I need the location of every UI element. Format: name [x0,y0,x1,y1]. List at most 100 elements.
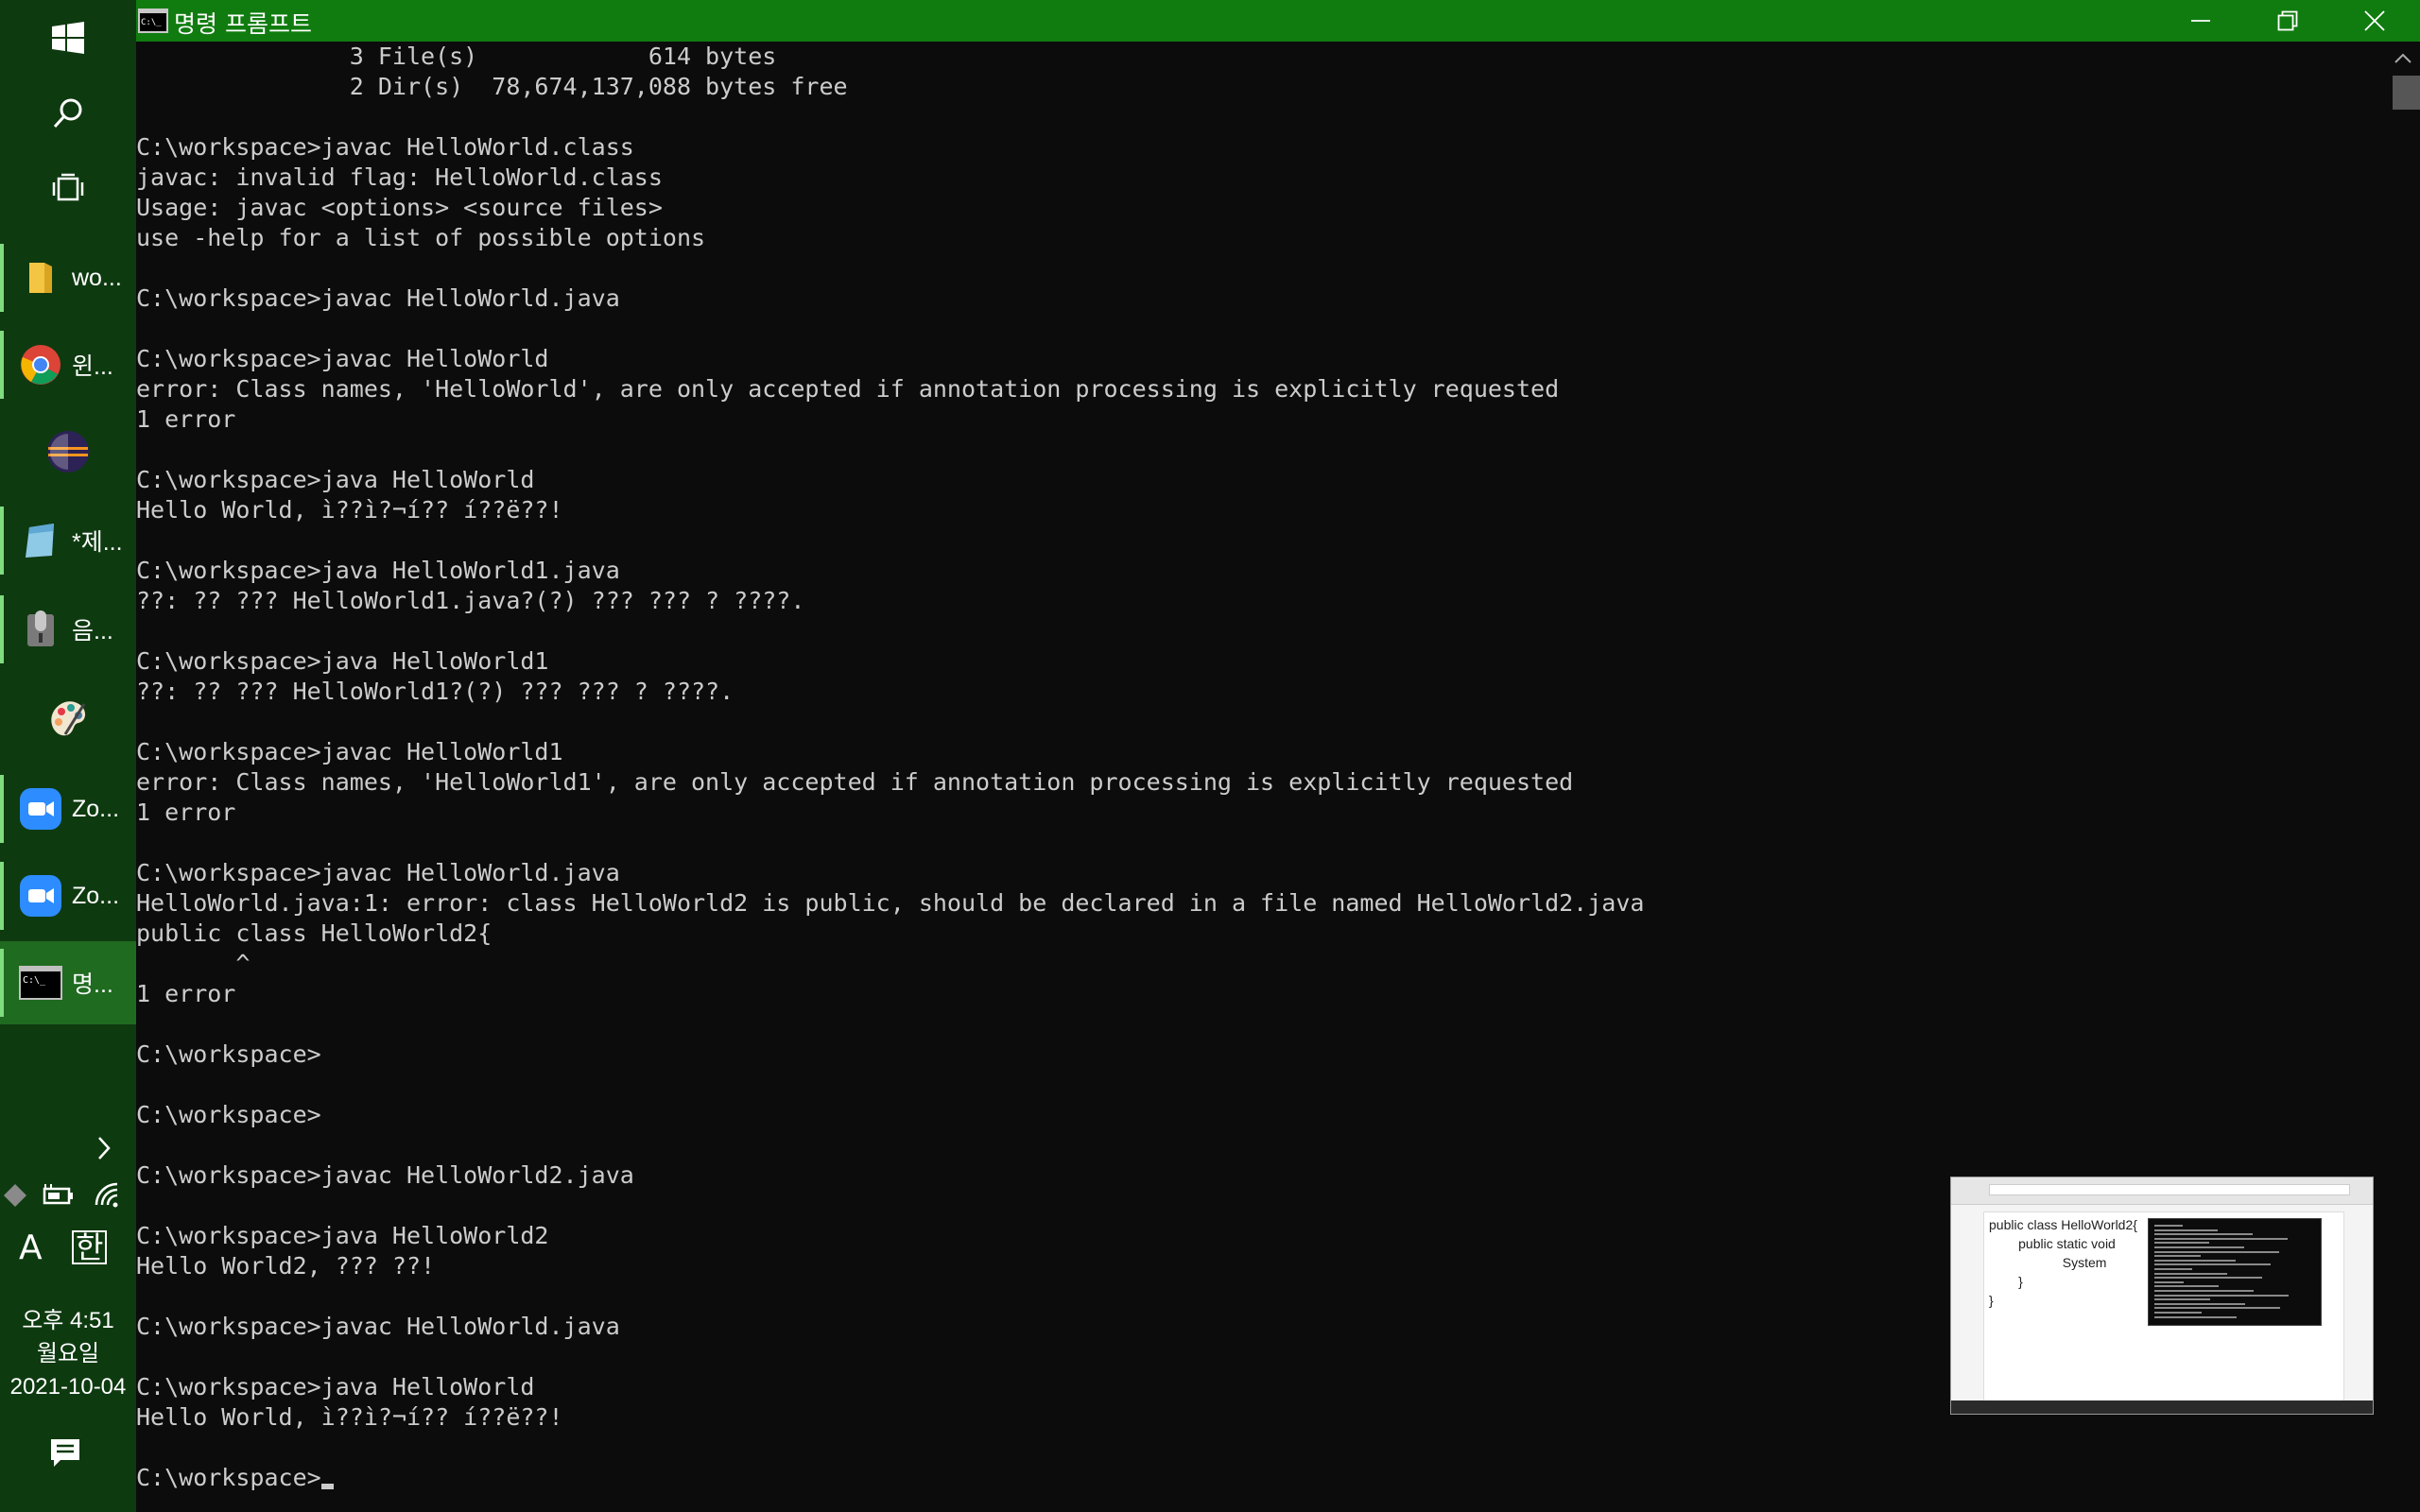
notepad-icon [19,519,62,562]
taskbar-app-chrome[interactable]: 윈... [0,323,136,406]
search-icon [53,98,82,129]
console-line: C:\workspace>java HelloWorld1.java [136,557,620,584]
preview-code-text: public class HelloWorld2{ public static … [1989,1215,2137,1310]
running-indicator [0,331,4,399]
console-line: error: Class names, 'HelloWorld', are on… [136,375,1560,403]
console-line: 1 error [136,405,236,433]
show-hidden-icons-button[interactable] [85,1129,123,1167]
task-view-button[interactable] [0,151,136,227]
close-button[interactable] [2331,0,2418,42]
scrollbar-thumb[interactable] [2393,76,2420,110]
console-line: C:\workspace>javac HelloWorld.class [136,133,634,161]
paint-icon [46,696,90,740]
preview-console-text-line [2154,1233,2253,1236]
taskbar-app-zoom[interactable]: Zo... [0,767,136,850]
preview-console-window [2148,1218,2322,1326]
taskbar-app-command-prompt[interactable]: C:\_ 명... [0,941,136,1024]
preview-console-text-line [2154,1302,2245,1305]
console-line: ??: ?? ??? HelloWorld1.java?(?) ??? ??? … [136,587,805,614]
console-line: C:\workspace>javac HelloWorld1 [136,738,563,765]
preview-console-text-line [2154,1280,2184,1283]
preview-code-line: public class HelloWorld2{ [1989,1217,2137,1232]
console-prompt-line[interactable]: C:\workspace> [136,1463,2386,1493]
taskbar-app-eclipse[interactable] [0,410,136,493]
taskbar-app-file-explorer[interactable]: wo... [0,236,136,319]
preview-console-text-line [2154,1277,2262,1280]
taskbar-clock[interactable]: 오후 4:51 월요일 2021-10-04 [0,1304,136,1403]
console-line: C:\workspace> [136,1101,321,1128]
taskbar-app-zoom-2[interactable]: Zo... [0,854,136,937]
taskbar-app-label: Zo... [72,795,120,822]
console-line: javac: invalid flag: HelloWorld.class [136,163,663,191]
preview-code-line: System [1989,1255,2107,1270]
ime-language-indicator[interactable]: 한 [72,1230,108,1264]
preview-taskbar [1951,1400,2373,1414]
scroll-up-arrow-icon[interactable] [2392,47,2414,70]
running-indicator [0,595,4,663]
notification-icon [51,1439,79,1467]
running-indicator [0,862,4,930]
text-cursor [320,1484,334,1489]
console-line: 3 File(s) 614 bytes [136,43,777,70]
console-line: C:\workspace>java HelloWorld [136,466,535,493]
console-line: use -help for a list of possible options [136,224,706,251]
start-button[interactable] [0,0,136,76]
battery-charging-icon[interactable] [42,1184,74,1207]
taskbar-app-label: Zo... [72,882,120,909]
clock-date: 2021-10-04 [9,1374,127,1400]
taskbar-app-paint[interactable] [0,677,136,760]
taskbar-app-label: 명... [72,971,113,998]
minimize-button[interactable] [2157,0,2244,42]
preview-console-text-line [2154,1250,2279,1253]
ime-mode-indicator[interactable]: A [19,1228,43,1267]
preview-console-text-line [2154,1259,2236,1262]
running-indicator [0,244,4,312]
windows-logo-icon [52,22,84,54]
wifi-icon[interactable] [91,1180,123,1209]
preview-code-line: } [1989,1274,2023,1289]
console-line: HelloWorld.java:1: error: class HelloWor… [136,889,1645,917]
taskbar-app-voice-recorder[interactable]: 음... [0,588,136,671]
console-line: 1 error [136,980,236,1007]
console-line: 1 error [136,799,236,826]
chrome-icon [19,343,62,387]
taskbar: wo... 윈... *제... 음... Zo... Zo... C:\_ 명… [0,0,136,1512]
console-line: C:\workspace>java HelloWorld1 [136,647,549,675]
clock-time: 오후 4:51 [22,1308,114,1333]
vertical-scrollbar[interactable] [2386,42,2420,1512]
preview-code-line: public static void [1989,1236,2116,1251]
zoom-icon [19,787,62,831]
console-prompt: C:\workspace> [136,1464,321,1491]
console-line: public class HelloWorld2{ [136,919,493,947]
preview-browser-toolbar [1951,1177,2373,1205]
console-line: C:\workspace>javac HelloWorld.java [136,284,620,312]
preview-console-text-line [2154,1255,2201,1258]
screen-share-preview[interactable]: public class HelloWorld2{ public static … [1950,1177,2374,1415]
restore-icon [2277,10,2298,31]
taskbar-app-notepad[interactable]: *제... [0,499,136,582]
console-line: error: Class names, 'HelloWorld1', are o… [136,768,1574,796]
restore-button[interactable] [2244,0,2331,42]
preview-console-text-line [2154,1268,2192,1270]
title-bar[interactable]: C:\_ 명령 프롬프트 [136,0,2420,42]
search-button[interactable] [0,76,136,151]
console-line: C:\workspace>javac HelloWorld.java [136,859,620,886]
svg-text:C:\_: C:\_ [23,975,46,986]
diamond-app-icon[interactable] [2,1182,28,1209]
console-line: Usage: javac <options> <source files> [136,194,663,221]
task-view-icon [52,173,84,201]
action-center-button[interactable] [49,1436,87,1474]
preview-console-text-line [2154,1290,2254,1292]
preview-console-text-line [2154,1246,2244,1248]
eclipse-icon [46,430,90,473]
preview-console-text-line [2154,1225,2183,1227]
voice-recorder-icon [19,608,62,651]
preview-console-text-line [2154,1285,2219,1288]
